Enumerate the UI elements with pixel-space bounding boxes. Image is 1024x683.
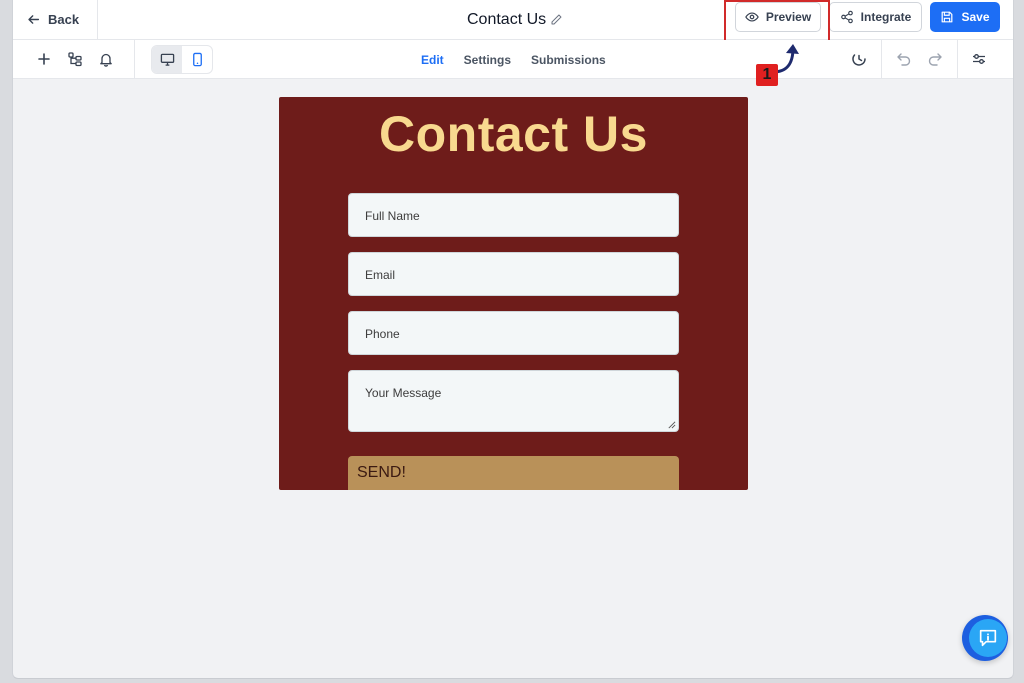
full-name-field[interactable]: Full Name [348,193,679,237]
device-toggle [151,45,213,74]
undo-icon [897,53,911,66]
email-field[interactable]: Email [348,252,679,296]
mobile-view-button[interactable] [182,46,212,73]
contact-form-preview[interactable]: Contact Us Full Name Email Phone Your Me… [279,97,748,490]
desktop-view-button[interactable] [152,46,182,73]
preview-button[interactable]: Preview [735,2,821,32]
floppy-disk-icon [942,11,953,23]
help-chat-inner [969,619,1007,657]
eye-icon [744,12,759,22]
redo-icon [928,53,942,66]
top-bar: Back Contact Us Preview Integrate Save [13,0,1013,42]
tab-submissions[interactable]: Submissions [531,53,606,67]
notifications-button[interactable] [97,50,115,68]
integrate-label: Integrate [860,10,912,24]
redo-button[interactable] [926,50,944,68]
chat-info-icon [979,629,997,647]
message-textarea[interactable]: Your Message [348,370,679,432]
arrow-left-icon [28,15,40,24]
layers-button[interactable] [66,50,84,68]
phone-field[interactable]: Phone [348,311,679,355]
pencil-icon[interactable] [550,13,563,26]
save-button[interactable]: Save [930,2,1000,32]
integrate-button[interactable]: Integrate [829,2,922,32]
toolbar-divider [881,40,882,79]
send-button[interactable]: SEND! [348,456,679,490]
send-label: SEND! [357,464,406,481]
editor-tabs: Edit Settings Submissions [421,40,606,79]
toolbar-divider [957,40,958,79]
email-placeholder: Email [365,268,396,282]
add-element-button[interactable] [35,50,53,68]
monitor-icon [160,53,174,66]
resize-grip-icon[interactable] [667,420,676,429]
clock-history-icon [852,54,866,66]
bell-icon [100,53,112,67]
toolbar-divider [134,40,135,79]
share-nodes-icon [840,10,853,24]
form-title: Contact Us [467,10,547,28]
form-title-editor[interactable]: Contact Us [467,0,563,39]
back-label: Back [48,12,80,27]
editor-toolbar: Edit Settings Submissions [13,40,1013,79]
help-chat-button[interactable] [962,615,1008,661]
message-placeholder: Your Message [365,386,442,400]
history-button[interactable] [850,50,868,68]
tab-edit[interactable]: Edit [421,53,444,67]
tab-settings[interactable]: Settings [464,53,511,67]
save-label: Save [961,10,990,24]
preview-label: Preview [765,10,812,24]
step-number: 1 [762,66,772,83]
app-window: Back Contact Us Preview Integrate Save E… [12,0,1014,679]
phone-placeholder: Phone [365,327,400,341]
layout-tree-icon [68,52,82,67]
full-name-placeholder: Full Name [365,209,420,223]
style-settings-button[interactable] [970,50,988,68]
smartphone-icon [192,52,202,67]
undo-button[interactable] [895,50,913,68]
back-button[interactable]: Back [13,0,98,39]
sliders-icon [973,54,985,64]
form-heading: Contact Us [379,106,648,162]
plus-icon [38,53,50,65]
